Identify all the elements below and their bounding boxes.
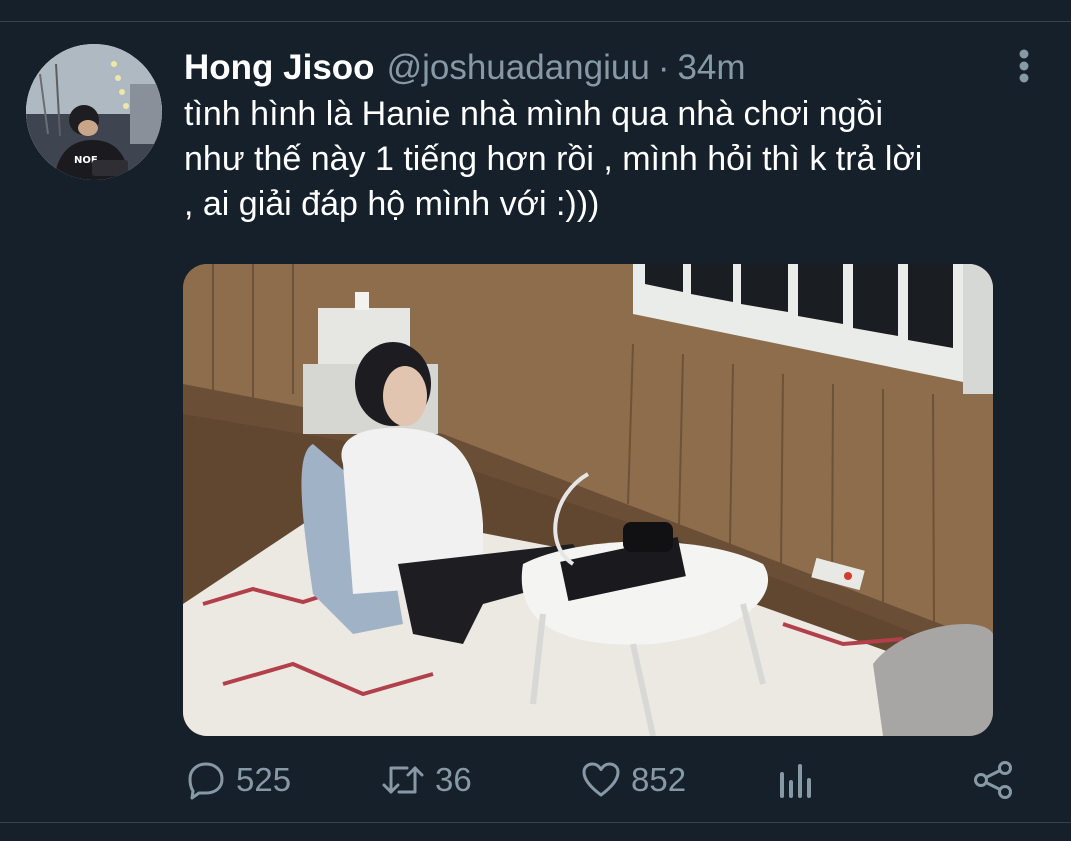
room-photo [183, 264, 993, 736]
tweet-header: Hong Jisoo @joshuadangiuu · 34m [184, 48, 746, 88]
top-divider [0, 0, 1071, 22]
tweet-text: tình hình là Hanie nhà mình qua nhà chơi… [184, 95, 923, 223]
action-bar: 525 36 852 [0, 752, 1071, 808]
heart-icon [582, 762, 620, 797]
display-name[interactable]: Hong Jisoo [184, 48, 375, 88]
reply-count: 525 [236, 761, 292, 798]
user-handle[interactable]: @joshuadangiuu [387, 48, 650, 88]
analytics-button[interactable] [778, 752, 814, 808]
reply-button[interactable]: 525 [186, 752, 291, 808]
like-button[interactable]: 852 [581, 752, 686, 808]
separator-dot: · [657, 48, 670, 87]
retweet-button[interactable]: 36 [381, 752, 472, 808]
more-button[interactable] [1004, 46, 1044, 86]
more-vertical-icon [1019, 49, 1029, 83]
avatar[interactable]: NOE [26, 44, 162, 180]
reply-icon [188, 762, 224, 800]
like-count: 852 [631, 761, 687, 798]
bottom-divider [0, 822, 1071, 823]
share-button[interactable] [972, 752, 1014, 808]
tweet-image[interactable] [183, 264, 993, 736]
share-icon [974, 761, 1012, 799]
avatar-image: NOE [26, 44, 162, 180]
timestamp[interactable]: 34m [677, 48, 745, 88]
retweet-count: 36 [435, 761, 472, 798]
retweet-icon [382, 766, 424, 794]
analytics-icon [780, 764, 811, 798]
